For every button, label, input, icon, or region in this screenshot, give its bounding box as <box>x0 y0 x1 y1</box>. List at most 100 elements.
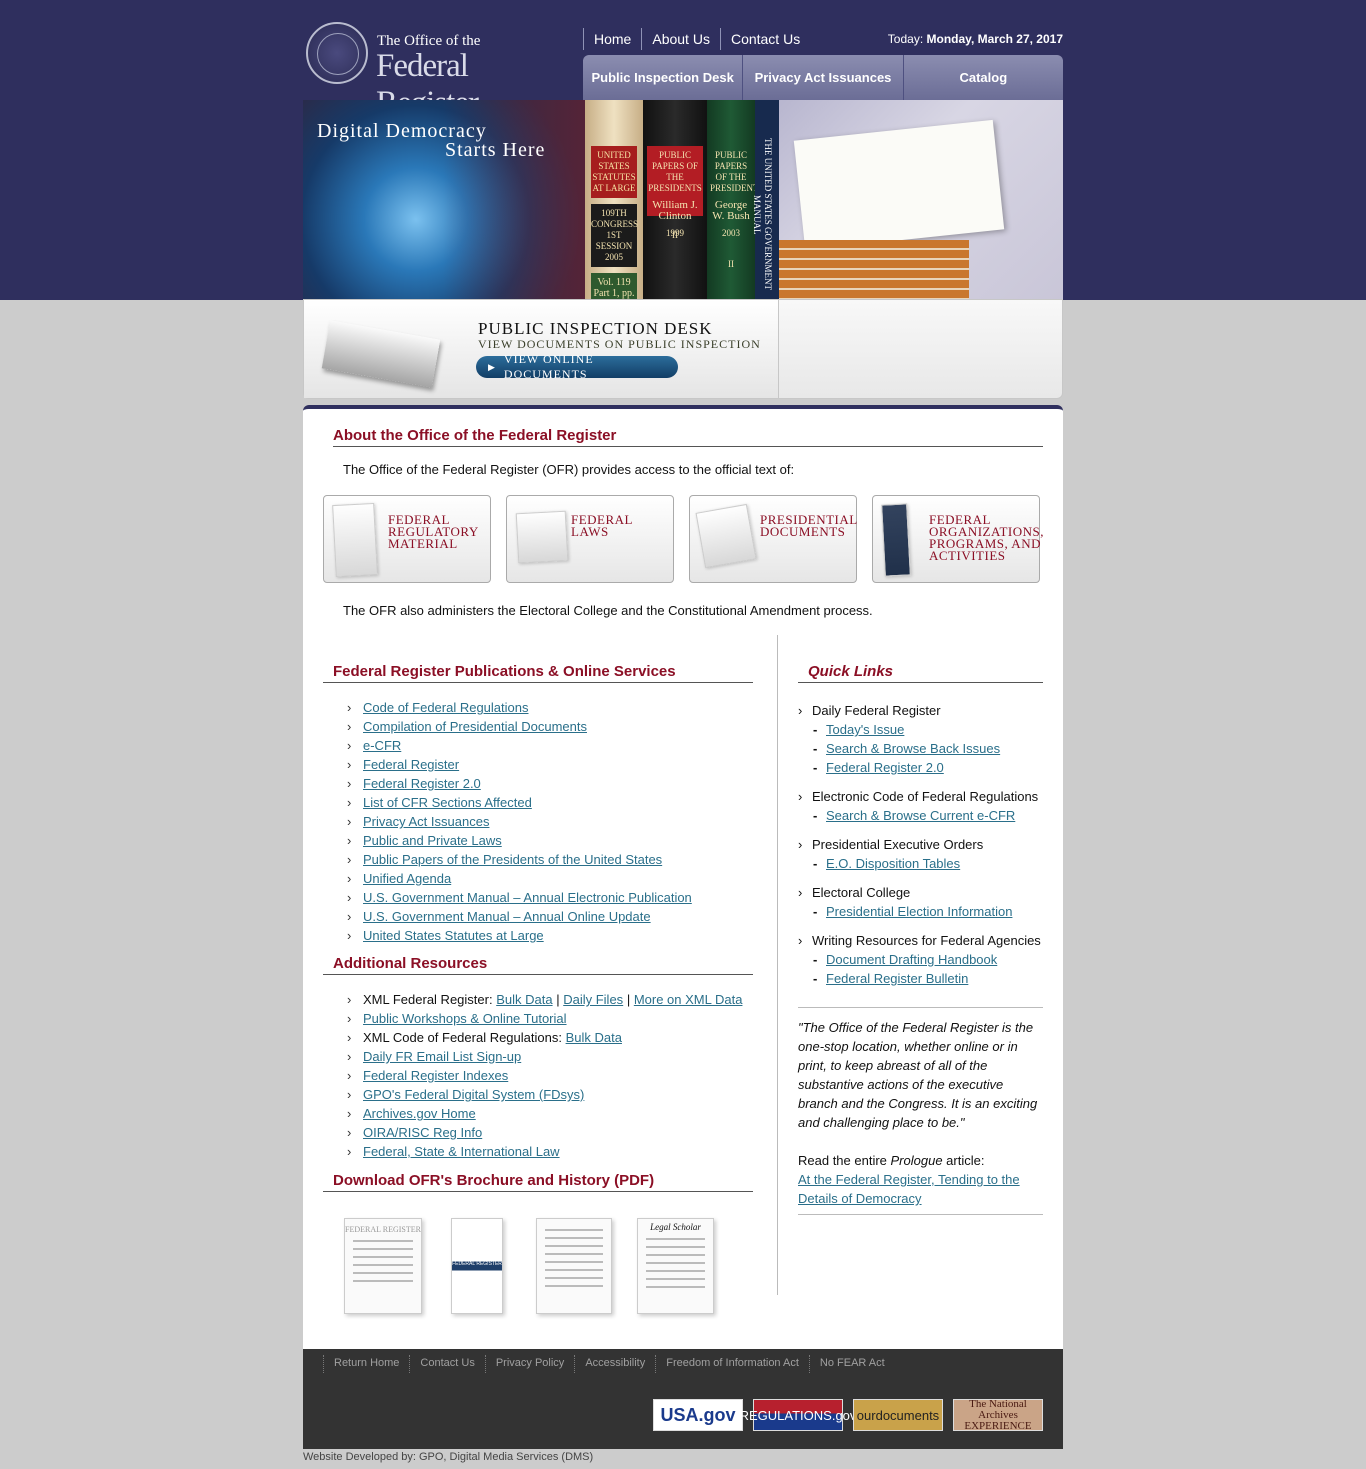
link-search-current-ecfr[interactable]: Search & Browse Current e-CFR <box>826 808 1015 823</box>
footer-accessibility[interactable]: Accessibility <box>574 1355 655 1373</box>
list-item: Unified Agenda <box>347 869 692 888</box>
link-gov-manual-electronic[interactable]: U.S. Government Manual – Annual Electron… <box>363 890 692 905</box>
book-clinton-part: II <box>672 230 678 240</box>
list-item: Search & Browse Current e-CFR <box>798 806 1043 825</box>
card-federal-regulatory-material[interactable]: Federal Regulatory Material <box>323 495 491 583</box>
link-public-private-laws[interactable]: Public and Private Laws <box>363 833 502 848</box>
law-papers-icon <box>515 510 569 564</box>
book-bush-papers: PUBLIC PAPERS OF THE PRESIDENTS George W… <box>707 100 764 299</box>
book-statutes-title: UNITED STATES STATUTES AT LARGE <box>591 146 637 198</box>
national-archives-seal-icon <box>306 22 368 84</box>
tab-public-inspection-desk[interactable]: Public Inspection Desk <box>583 55 744 100</box>
list-item: Public Papers of the Presidents of the U… <box>347 850 692 869</box>
link-gpo-fdsys[interactable]: GPO's Federal Digital System (FDsys) <box>363 1087 584 1102</box>
national-archives-experience-badge[interactable]: The National Archives EXPERIENCE <box>953 1398 1043 1431</box>
footer-foia[interactable]: Freedom of Information Act <box>655 1355 809 1373</box>
list-item: E.O. Disposition Tables <box>798 854 1043 873</box>
presidential-document-icon <box>695 503 757 569</box>
federal-register-cover-icon <box>332 502 378 578</box>
link-compilation-presidential-documents[interactable]: Compilation of Presidential Documents <box>363 719 587 734</box>
book-clinton-papers: PUBLIC PAPERS OF THE PRESIDENTS William … <box>643 100 707 299</box>
brochure-thumbnail-2[interactable]: FEDERAL REGISTER <box>451 1218 503 1314</box>
footer: Return Home Contact Us Privacy Policy Ac… <box>303 1349 1063 1449</box>
link-federal-register-2[interactable]: Federal Register 2.0 <box>363 776 481 791</box>
brochure-1-title: FEDERAL REGISTER <box>345 1225 421 1234</box>
brochure-thumbnail-1[interactable]: FEDERAL REGISTER <box>344 1218 422 1314</box>
about-intro: The Office of the Federal Register (OFR)… <box>343 462 795 477</box>
nav-about-us[interactable]: About Us <box>641 28 720 50</box>
brochure-thumbnail-4[interactable]: Legal Scholar <box>637 1218 714 1314</box>
list-item: Document Drafting Handbook <box>798 950 1043 969</box>
view-online-documents-button[interactable]: ▶ View Online Documents <box>476 352 678 381</box>
link-gov-manual-online[interactable]: U.S. Government Manual – Annual Online U… <box>363 909 651 924</box>
link-archives-gov-home[interactable]: Archives.gov Home <box>363 1106 476 1121</box>
card-presidential-documents[interactable]: Presidential Documents <box>689 495 857 583</box>
xml-cfr-label: XML Code of Federal Regulations: <box>363 1030 562 1045</box>
link-unified-agenda[interactable]: Unified Agenda <box>363 871 451 886</box>
public-inspection-panel: Public Inspection Desk View documents on… <box>303 299 1063 399</box>
card-label: Federal Regulatory Material <box>388 512 479 551</box>
tab-catalog[interactable]: Catalog <box>904 55 1063 100</box>
link-code-of-federal-regulations[interactable]: Code of Federal Regulations <box>363 700 529 715</box>
list-item: Archives.gov Home <box>347 1104 742 1123</box>
link-daily-fr-email-signup[interactable]: Daily FR Email List Sign-up <box>363 1049 521 1064</box>
additional-resources-heading: Additional Resources <box>323 955 753 975</box>
list-item: Federal Register 2.0 <box>347 774 692 793</box>
usa-gov-badge[interactable]: USA.gov <box>653 1399 743 1431</box>
card-federal-organizations[interactable]: Federal Organizations, Programs, and Act… <box>872 495 1043 583</box>
our-documents-badge[interactable]: ourdocuments <box>853 1399 943 1431</box>
card-label: Presidential Documents <box>760 512 858 539</box>
site-logo[interactable]: The Office of the Federal Register <box>303 20 573 121</box>
nav-home[interactable]: Home <box>583 28 641 50</box>
link-public-papers-presidents[interactable]: Public Papers of the Presidents of the U… <box>363 852 662 867</box>
quick-links-list: Daily Federal Register Today's Issue Sea… <box>798 701 1043 988</box>
link-privacy-act-issuances[interactable]: Privacy Act Issuances <box>363 814 489 829</box>
tab-privacy-act-issuances[interactable]: Privacy Act Issuances <box>743 55 904 100</box>
list-item: Search & Browse Back Issues <box>798 739 1043 758</box>
footer-no-fear-act[interactable]: No FEAR Act <box>808 1355 895 1373</box>
link-presidential-election-info[interactable]: Presidential Election Information <box>826 904 1012 919</box>
list-item: Privacy Act Issuances <box>347 812 692 831</box>
link-federal-register[interactable]: Federal Register <box>363 757 459 772</box>
link-search-back-issues[interactable]: Search & Browse Back Issues <box>826 741 1000 756</box>
list-item: U.S. Government Manual – Annual Online U… <box>347 907 692 926</box>
about-heading: About the Office of the Federal Register <box>333 427 1043 447</box>
list-item: Federal Register Indexes <box>347 1066 742 1085</box>
link-todays-issue[interactable]: Today's Issue <box>826 722 904 737</box>
link-list-cfr-sections-affected[interactable]: List of CFR Sections Affected <box>363 795 532 810</box>
book-bush-title: PUBLIC PAPERS OF THE PRESIDENTS <box>710 150 764 193</box>
prologue-quote: "The Office of the Federal Register is t… <box>798 1007 1043 1215</box>
hero-line-2: Starts Here <box>445 139 546 161</box>
regulations-gov-badge[interactable]: REGULATIONS.gov <box>740 1399 856 1431</box>
nav-contact-us[interactable]: Contact Us <box>719 28 810 50</box>
link-prologue-article[interactable]: At the Federal Register, Tending to the … <box>798 1172 1020 1206</box>
footer-return-home[interactable]: Return Home <box>323 1355 409 1373</box>
link-more-on-xml-data[interactable]: More on XML Data <box>634 992 743 1007</box>
link-statutes-at-large[interactable]: United States Statutes at Large <box>363 928 544 943</box>
link-ql-federal-register-2[interactable]: Federal Register 2.0 <box>826 760 944 775</box>
link-e-cfr[interactable]: e-CFR <box>363 738 401 753</box>
link-public-workshops[interactable]: Public Workshops & Online Tutorial <box>363 1011 567 1026</box>
main-content: About the Office of the Federal Register… <box>303 405 1063 1349</box>
link-xml-fr-daily-files[interactable]: Daily Files <box>563 992 623 1007</box>
quick-links-heading: Quick Links <box>798 663 1043 683</box>
inspection-title: Public Inspection Desk <box>478 319 713 338</box>
read-article-line: Read the entire Prologue article: <box>798 1153 985 1168</box>
footer-contact-us[interactable]: Contact Us <box>409 1355 484 1373</box>
publications-list: Code of Federal Regulations Compilation … <box>347 698 692 945</box>
footer-privacy-policy[interactable]: Privacy Policy <box>484 1355 574 1373</box>
inspection-subtitle: View documents on public inspection <box>478 337 761 351</box>
list-item: Public and Private Laws <box>347 831 692 850</box>
link-xml-fr-bulk-data[interactable]: Bulk Data <box>496 992 552 1007</box>
list-item: Daily FR Email List Sign-up <box>347 1047 742 1066</box>
xml-fr-label: XML Federal Register: <box>363 992 493 1007</box>
link-federal-state-international-law[interactable]: Federal, State & International Law <box>363 1144 560 1159</box>
link-xml-cfr-bulk-data[interactable]: Bulk Data <box>566 1030 622 1045</box>
link-oira-risc[interactable]: OIRA/RISC Reg Info <box>363 1125 482 1140</box>
card-federal-laws[interactable]: Federal Laws <box>506 495 674 583</box>
link-document-drafting-handbook[interactable]: Document Drafting Handbook <box>826 952 997 967</box>
link-federal-register-indexes[interactable]: Federal Register Indexes <box>363 1068 508 1083</box>
brochure-thumbnail-3[interactable] <box>536 1218 612 1314</box>
link-eo-disposition-tables[interactable]: E.O. Disposition Tables <box>826 856 960 871</box>
link-federal-register-bulletin[interactable]: Federal Register Bulletin <box>826 971 968 986</box>
